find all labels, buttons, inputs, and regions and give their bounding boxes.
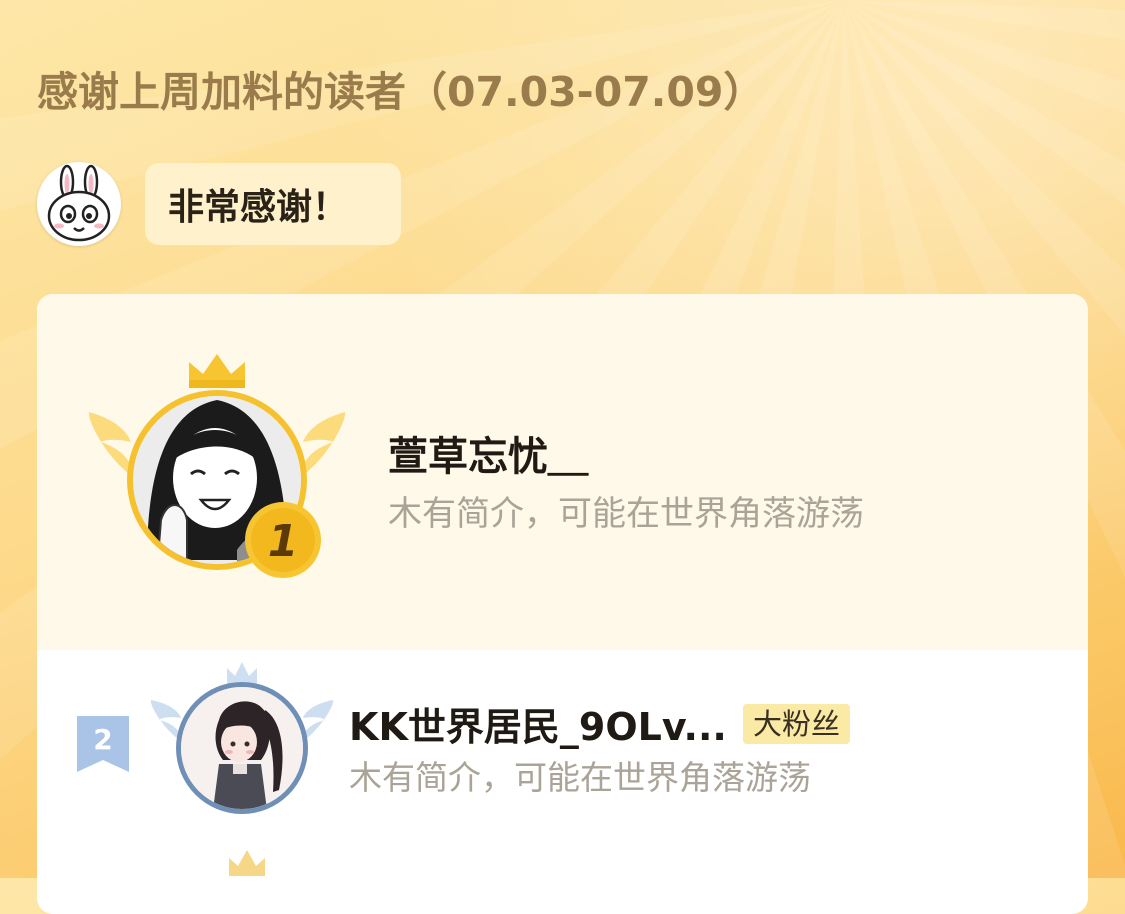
- rank-2-username[interactable]: KK世界居民_9OLv...: [349, 696, 727, 751]
- rank-2-bio: 木有简介，可能在世界角落游荡: [349, 758, 811, 797]
- rank-1-username[interactable]: 萱草忘忧＿: [388, 424, 588, 482]
- rank-2-avatar[interactable]: [149, 660, 335, 820]
- rank-1-medal-icon: 1: [245, 502, 321, 578]
- greeting-text: 非常感谢！: [168, 187, 349, 228]
- svg-text:1: 1: [268, 516, 299, 567]
- ranking-card: 1 萱草忘忧＿ 木有简介，可能在世界角落游荡 2 KK世界居民_9OLv... …: [37, 294, 1088, 914]
- rank-1-bio: 木有简介，可能在世界角落游荡: [388, 494, 864, 534]
- rank-3-crown-icon: [207, 842, 287, 882]
- rabbit-mascot-avatar: [37, 162, 121, 246]
- rank-2-ribbon-icon: 2: [75, 714, 131, 774]
- svg-text:2: 2: [93, 723, 112, 756]
- crown-icon: [227, 662, 257, 684]
- rank-1-avatar[interactable]: 1: [87, 350, 347, 590]
- crown-icon: [189, 354, 245, 388]
- page-title: 感谢上周加料的读者（07.03-07.09）: [37, 68, 765, 116]
- fan-level-badge: 大粉丝: [743, 704, 851, 744]
